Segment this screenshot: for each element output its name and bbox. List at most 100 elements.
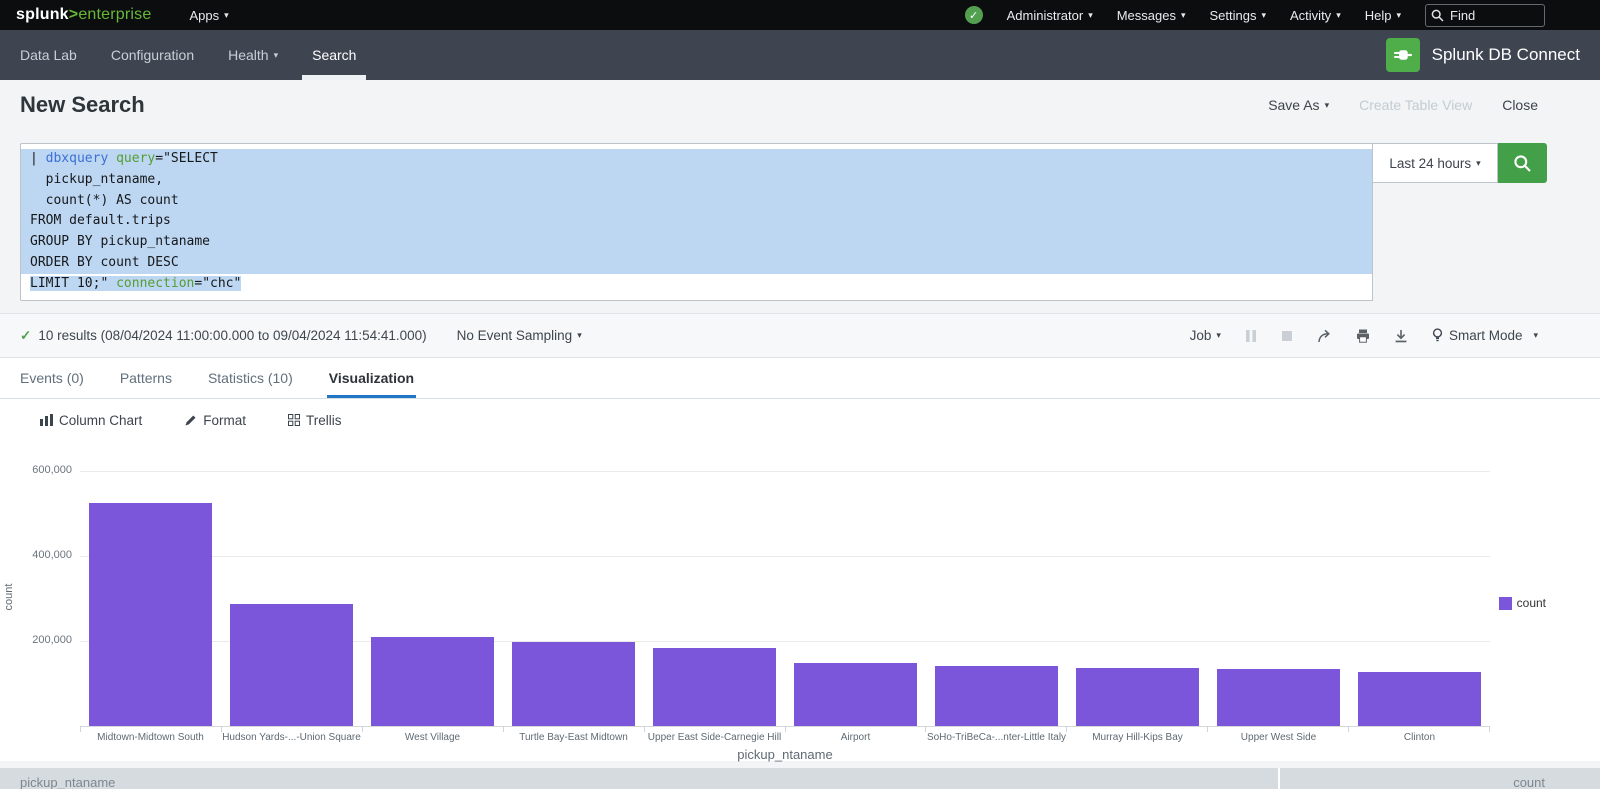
query-token: GROUP BY pickup_ntaname — [30, 234, 210, 249]
column-header-pickup-ntaname[interactable]: pickup_ntaname — [0, 768, 1280, 789]
time-range-picker[interactable]: Last 24 hours ▾ — [1372, 143, 1498, 183]
bar-slot — [503, 441, 644, 726]
chart-bar[interactable] — [230, 604, 353, 726]
logo-splunk: splunk — [16, 6, 69, 23]
query-line: count(*) AS count — [21, 191, 1372, 212]
header-actions: Save As▾ Create Table View Close — [1268, 97, 1538, 113]
search-icon — [1513, 154, 1532, 173]
legend-label: count — [1517, 596, 1546, 610]
job-label: Job — [1190, 328, 1212, 343]
x-axis-title: pickup_ntaname — [80, 747, 1490, 762]
bar-slot — [1349, 441, 1490, 726]
chart-bar[interactable] — [1217, 669, 1340, 726]
legend-item[interactable]: count — [1499, 596, 1546, 610]
x-tick-label: Hudson Yards-...-Union Square — [221, 732, 362, 743]
caret-down-icon: ▾ — [274, 51, 279, 60]
query-token: ="SELECT — [155, 151, 218, 166]
query-token: count(*) AS count — [30, 193, 179, 208]
chart-bar[interactable] — [1358, 672, 1481, 726]
chart-type-label: Column Chart — [59, 413, 142, 428]
format-button[interactable]: Format — [184, 413, 246, 428]
topbar: splunk>enterprise Apps▾ ✓ Administrator▾… — [0, 0, 1600, 30]
chart-bar[interactable] — [794, 663, 917, 726]
print-icon — [1356, 329, 1370, 343]
chart-type-picker[interactable]: Column Chart — [40, 413, 142, 428]
tab-visualization[interactable]: Visualization — [329, 358, 414, 398]
chart-bar[interactable] — [371, 637, 494, 726]
search-button[interactable] — [1498, 143, 1547, 183]
tab-patterns[interactable]: Patterns — [120, 358, 172, 398]
x-tick-label: Airport — [785, 732, 926, 743]
help-menu[interactable]: Help▾ — [1365, 8, 1401, 23]
help-label: Help — [1365, 8, 1392, 23]
column-header-count[interactable]: count — [1280, 768, 1600, 789]
chart-xlabels: Midtown-Midtown SouthHudson Yards-...-Un… — [80, 732, 1490, 743]
time-range-label: Last 24 hours — [1389, 156, 1471, 171]
apps-menu[interactable]: Apps▾ — [189, 8, 228, 23]
caret-down-icon: ▾ — [1476, 159, 1481, 168]
nav-label: Health — [228, 47, 268, 63]
nav-item-search[interactable]: Search — [312, 30, 356, 80]
tab-events[interactable]: Events (0) — [20, 358, 84, 398]
chart-bar[interactable] — [935, 666, 1058, 726]
smart-mode-label: Smart Mode — [1449, 328, 1523, 343]
bar-slot — [362, 441, 503, 726]
nav-item-health[interactable]: Health ▾ — [228, 30, 278, 80]
event-sampling-menu[interactable]: No Event Sampling▾ — [457, 328, 582, 343]
stop-button[interactable] — [1281, 330, 1293, 342]
bar-slot — [785, 441, 926, 726]
query-token: dbxquery — [46, 151, 109, 166]
app-navbar: Data Lab Configuration Health ▾ Search Sp… — [0, 30, 1600, 80]
chart-bar[interactable] — [1076, 668, 1199, 726]
export-button[interactable] — [1394, 329, 1408, 343]
print-button[interactable] — [1356, 329, 1370, 343]
x-tick-label: Upper West Side — [1208, 732, 1349, 743]
close-button[interactable]: Close — [1502, 97, 1538, 113]
chart-bar[interactable] — [653, 648, 776, 726]
chart-bar[interactable] — [512, 642, 635, 726]
save-as-button[interactable]: Save As▾ — [1268, 97, 1329, 113]
y-tick-label: 600,000 — [32, 464, 72, 476]
apps-label: Apps — [189, 8, 219, 23]
settings-menu[interactable]: Settings▾ — [1210, 8, 1267, 23]
pause-icon — [1245, 329, 1257, 343]
query-line: | dbxquery query="SELECT — [21, 149, 1372, 170]
db-connect-plug-icon — [1386, 38, 1420, 72]
results-check-icon: ✓ — [20, 328, 31, 344]
x-tick-label: Turtle Bay-East Midtown — [503, 732, 644, 743]
tab-statistics[interactable]: Statistics (10) — [208, 358, 293, 398]
job-menu[interactable]: Job▾ — [1190, 328, 1221, 343]
create-table-view-button[interactable]: Create Table View — [1359, 97, 1472, 113]
nav-item-configuration[interactable]: Configuration — [111, 30, 194, 80]
health-check-icon[interactable]: ✓ — [965, 6, 983, 24]
find-box — [1425, 4, 1545, 27]
trellis-label: Trellis — [306, 413, 342, 428]
nav-item-data-lab[interactable]: Data Lab — [20, 30, 77, 80]
splunk-logo[interactable]: splunk>enterprise — [16, 6, 151, 24]
pause-button[interactable] — [1245, 329, 1257, 343]
query-line: ORDER BY count DESC — [21, 253, 1372, 274]
messages-menu[interactable]: Messages▾ — [1117, 8, 1186, 23]
share-button[interactable] — [1317, 329, 1332, 343]
activity-menu[interactable]: Activity ▾ — [1290, 8, 1341, 23]
bar-slot — [644, 441, 785, 726]
caret-down-icon: ▾ — [1261, 11, 1266, 20]
caret-down-icon: ▾ — [1336, 11, 1341, 20]
chart-bars — [80, 441, 1490, 726]
search-mode-menu[interactable]: Smart Mode▾ — [1432, 328, 1538, 343]
results-bar: ✓ 10 results (08/04/2024 11:00:00.000 to… — [0, 313, 1600, 358]
logo-product: enterprise — [78, 6, 151, 23]
bar-slot — [80, 441, 221, 726]
x-tick-label: Midtown-Midtown South — [80, 732, 221, 743]
search-query[interactable]: | dbxquery query="SELECT pickup_ntaname,… — [20, 143, 1373, 301]
column-chart: count 200,000400,000600,000 Midtown-Midt… — [0, 441, 1600, 761]
trellis-button[interactable]: Trellis — [288, 413, 342, 428]
query-line: LIMIT 10;" connection="chc" — [21, 274, 1372, 295]
administrator-menu[interactable]: Administrator▾ — [1007, 8, 1093, 23]
caret-down-icon: ▾ — [1181, 11, 1186, 20]
activity-label: Activity — [1290, 8, 1331, 23]
app-identity[interactable]: Splunk DB Connect — [1386, 30, 1580, 80]
query-token: LIMIT 10;" — [30, 276, 116, 291]
chart-bar[interactable] — [89, 503, 212, 726]
pencil-icon — [184, 414, 197, 427]
